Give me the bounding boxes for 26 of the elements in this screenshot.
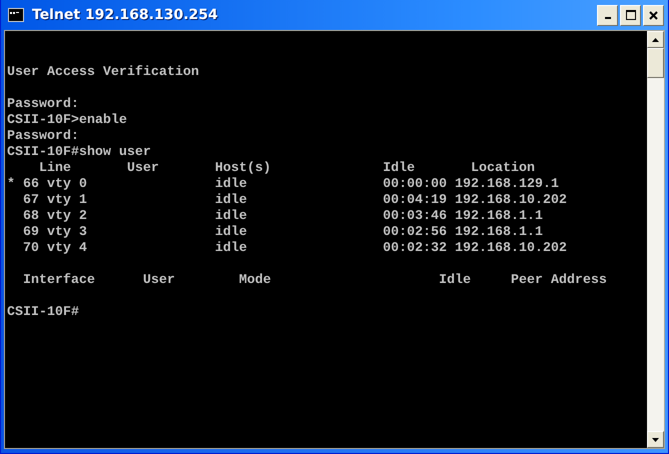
terminal-line: 68 vty 2 idle 00:03:46 192.168.1.1	[22, 209, 544, 225]
terminal-line: CSII-10F>enable	[7, 113, 128, 129]
close-button[interactable]	[643, 4, 664, 26]
terminal-line: 70 vty 4 idle 00:02:32 192.168.10.202	[22, 241, 568, 257]
up-arrow-icon	[652, 38, 659, 42]
scroll-up-button[interactable]	[647, 31, 664, 48]
scrollbar[interactable]	[647, 31, 664, 448]
terminal-line: CSII-10F#	[7, 305, 80, 321]
maximize-button[interactable]	[620, 4, 641, 26]
maximize-icon	[626, 10, 636, 20]
terminal-line: Password:	[7, 129, 80, 145]
scroll-down-button[interactable]	[647, 431, 664, 448]
terminal-line: Interface User Mode Idle Peer Address	[22, 273, 608, 289]
terminal-line: 69 vty 3 idle 00:02:56 192.168.1.1	[22, 225, 544, 241]
terminal-line: User Access Verification	[7, 65, 200, 81]
terminal-line: * 66 vty 0 idle 00:00:00 192.168.129.1	[7, 177, 560, 193]
close-icon	[649, 10, 658, 20]
terminal-line: CSII-10F#show user	[7, 145, 152, 161]
scroll-thumb[interactable]	[647, 48, 664, 78]
terminal-line: Password:	[7, 97, 80, 113]
terminal-line: Line User Host(s) Idle Location	[38, 161, 536, 177]
window-title: Telnet 192.168.130.254	[32, 7, 219, 23]
console-icon	[8, 8, 24, 22]
minimize-button[interactable]	[597, 4, 618, 26]
down-arrow-icon	[652, 438, 659, 442]
terminal-line: 67 vty 1 idle 00:04:19 192.168.10.202	[22, 193, 568, 209]
